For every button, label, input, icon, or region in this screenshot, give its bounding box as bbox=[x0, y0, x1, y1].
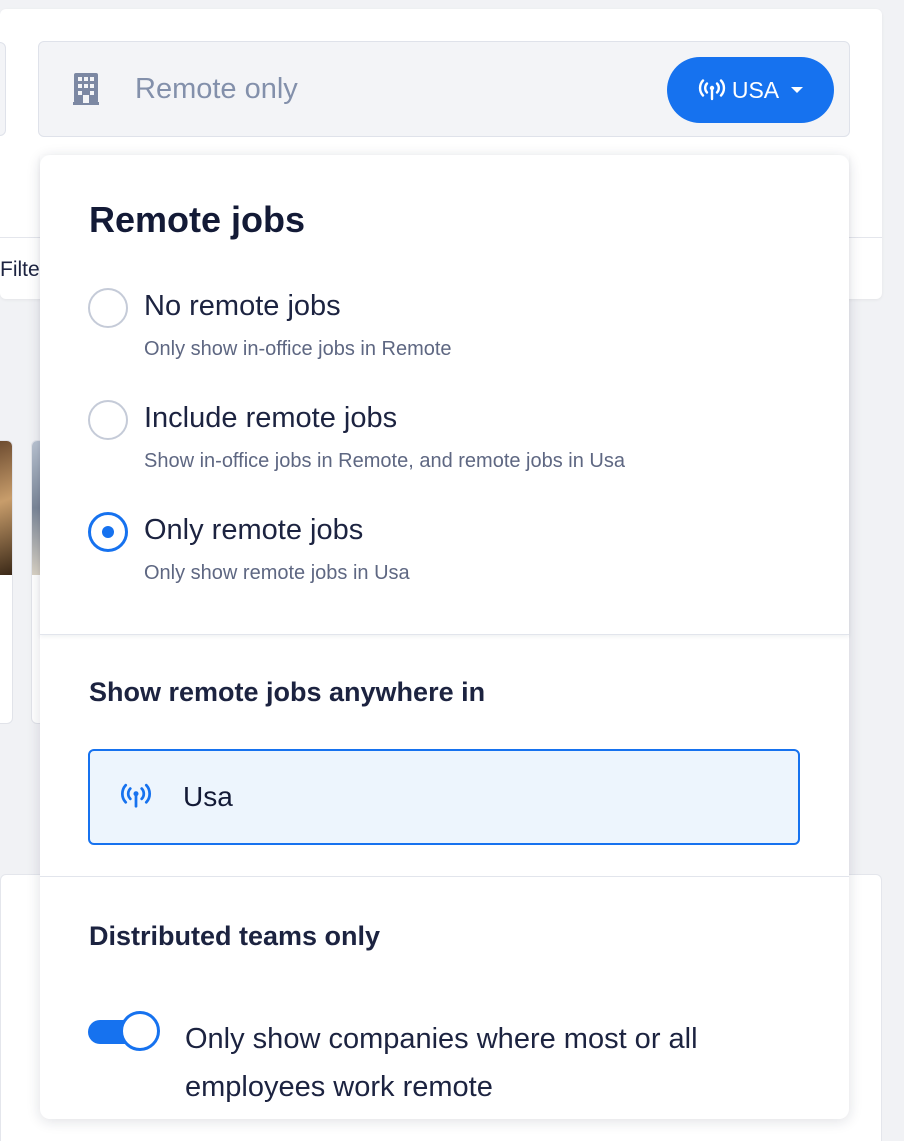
filters-label[interactable]: Filte bbox=[0, 258, 40, 282]
caret-down-icon bbox=[791, 87, 804, 93]
remote-jobs-dropdown: Remote jobs No remote jobs Only show in-… bbox=[40, 155, 849, 1119]
radio-include-remote[interactable] bbox=[88, 400, 128, 440]
option-description: Only show in-office jobs in Remote bbox=[144, 338, 452, 360]
distributed-teams-toggle[interactable] bbox=[88, 1011, 160, 1053]
job-card[interactable] bbox=[0, 440, 13, 724]
radio-no-remote[interactable] bbox=[88, 288, 128, 328]
remote-options-section: Remote jobs No remote jobs Only show in-… bbox=[40, 155, 849, 635]
distributed-teams-section: Distributed teams only Only show compani… bbox=[40, 877, 849, 1119]
building-icon bbox=[73, 73, 99, 105]
option-label: Only remote jobs bbox=[144, 514, 364, 546]
option-label: Include remote jobs bbox=[144, 402, 398, 434]
location-field[interactable]: Remote only USA bbox=[38, 41, 850, 137]
toggle-label: Only show companies where most or all em… bbox=[185, 1023, 698, 1103]
toggle-knob bbox=[120, 1011, 160, 1051]
option-description: Show in-office jobs in Remote, and remot… bbox=[144, 450, 625, 472]
option-description: Only show remote jobs in Usa bbox=[144, 562, 410, 584]
region-heading: Show remote jobs anywhere in bbox=[89, 677, 486, 707]
teams-heading: Distributed teams only bbox=[89, 921, 381, 951]
signal-icon bbox=[698, 79, 725, 101]
job-card-photo bbox=[0, 441, 12, 575]
radio-only-remote[interactable] bbox=[88, 512, 128, 552]
signal-icon bbox=[121, 783, 151, 808]
panel-title: Remote jobs bbox=[89, 199, 306, 240]
option-label: No remote jobs bbox=[144, 290, 341, 322]
remote-region-section: Show remote jobs anywhere in Usa bbox=[40, 635, 849, 877]
country-dropdown-button[interactable]: USA bbox=[667, 57, 834, 123]
country-button-label: USA bbox=[731, 76, 780, 103]
region-label: Usa bbox=[183, 781, 233, 812]
keyword-field-edge[interactable] bbox=[0, 42, 6, 136]
location-value: Remote only bbox=[135, 73, 298, 105]
region-selector[interactable]: Usa bbox=[88, 749, 800, 845]
